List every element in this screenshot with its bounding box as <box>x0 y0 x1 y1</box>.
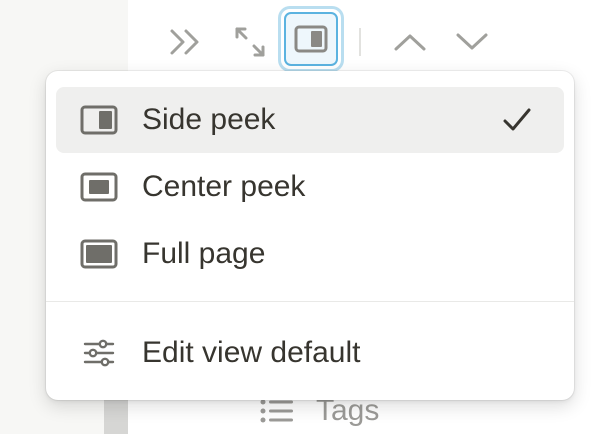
double-chevron-right-icon <box>170 29 199 55</box>
side-peek-icon <box>294 25 328 53</box>
side-peek-icon <box>78 99 120 141</box>
checkmark-icon <box>500 103 534 137</box>
center-peek-icon <box>78 166 120 208</box>
peek-mode-menu: Side peek Center peek Full page Edit vie… <box>46 71 574 400</box>
chevron-down-icon <box>456 33 488 50</box>
menu-divider <box>46 301 574 302</box>
close-peek-button[interactable] <box>166 22 206 62</box>
toolbar-divider <box>359 28 361 56</box>
menu-item-edit-view-default[interactable]: Edit view default <box>56 320 564 386</box>
open-full-page-button[interactable] <box>230 22 270 62</box>
next-page-button[interactable] <box>452 22 492 62</box>
full-page-icon <box>78 233 120 275</box>
sliders-icon <box>78 332 120 374</box>
peek-mode-button-inner <box>284 12 338 66</box>
list-icon <box>260 399 293 423</box>
chevron-up-icon <box>394 34 426 51</box>
previous-page-button[interactable] <box>390 22 430 62</box>
menu-item-side-peek[interactable]: Side peek <box>56 87 564 153</box>
menu-item-center-peek[interactable]: Center peek <box>56 154 564 220</box>
menu-item-full-page[interactable]: Full page <box>56 221 564 287</box>
menu-item-label: Side peek <box>142 103 276 136</box>
expand-arrows-icon <box>235 27 265 57</box>
menu-item-label: Full page <box>142 237 266 270</box>
menu-item-label: Center peek <box>142 170 306 203</box>
menu-item-label: Edit view default <box>142 336 361 369</box>
peek-mode-button[interactable] <box>281 9 341 69</box>
app-window: Tags Side peek Center peek Full page Edi… <box>0 0 604 434</box>
